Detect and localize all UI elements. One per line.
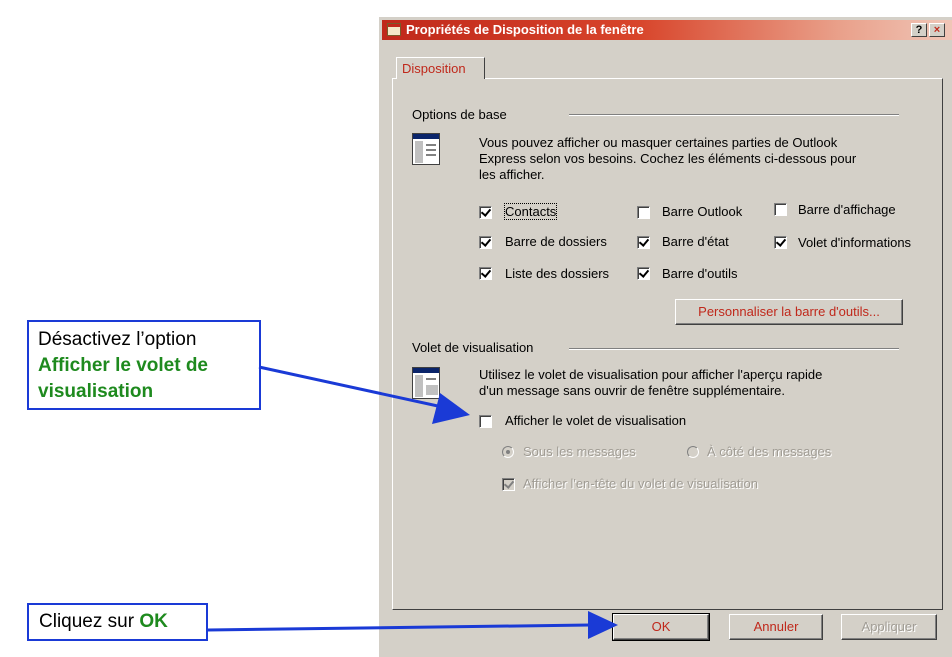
arrow-head-2 (588, 611, 618, 639)
tab-disposition-label: Disposition (402, 61, 466, 76)
arrows-overlay (207, 365, 618, 639)
arrow-line-2 (207, 623, 591, 632)
arrow-line-1 (258, 365, 448, 410)
arrow-head-1 (432, 393, 470, 424)
tab-disposition[interactable]: Disposition (396, 57, 485, 79)
